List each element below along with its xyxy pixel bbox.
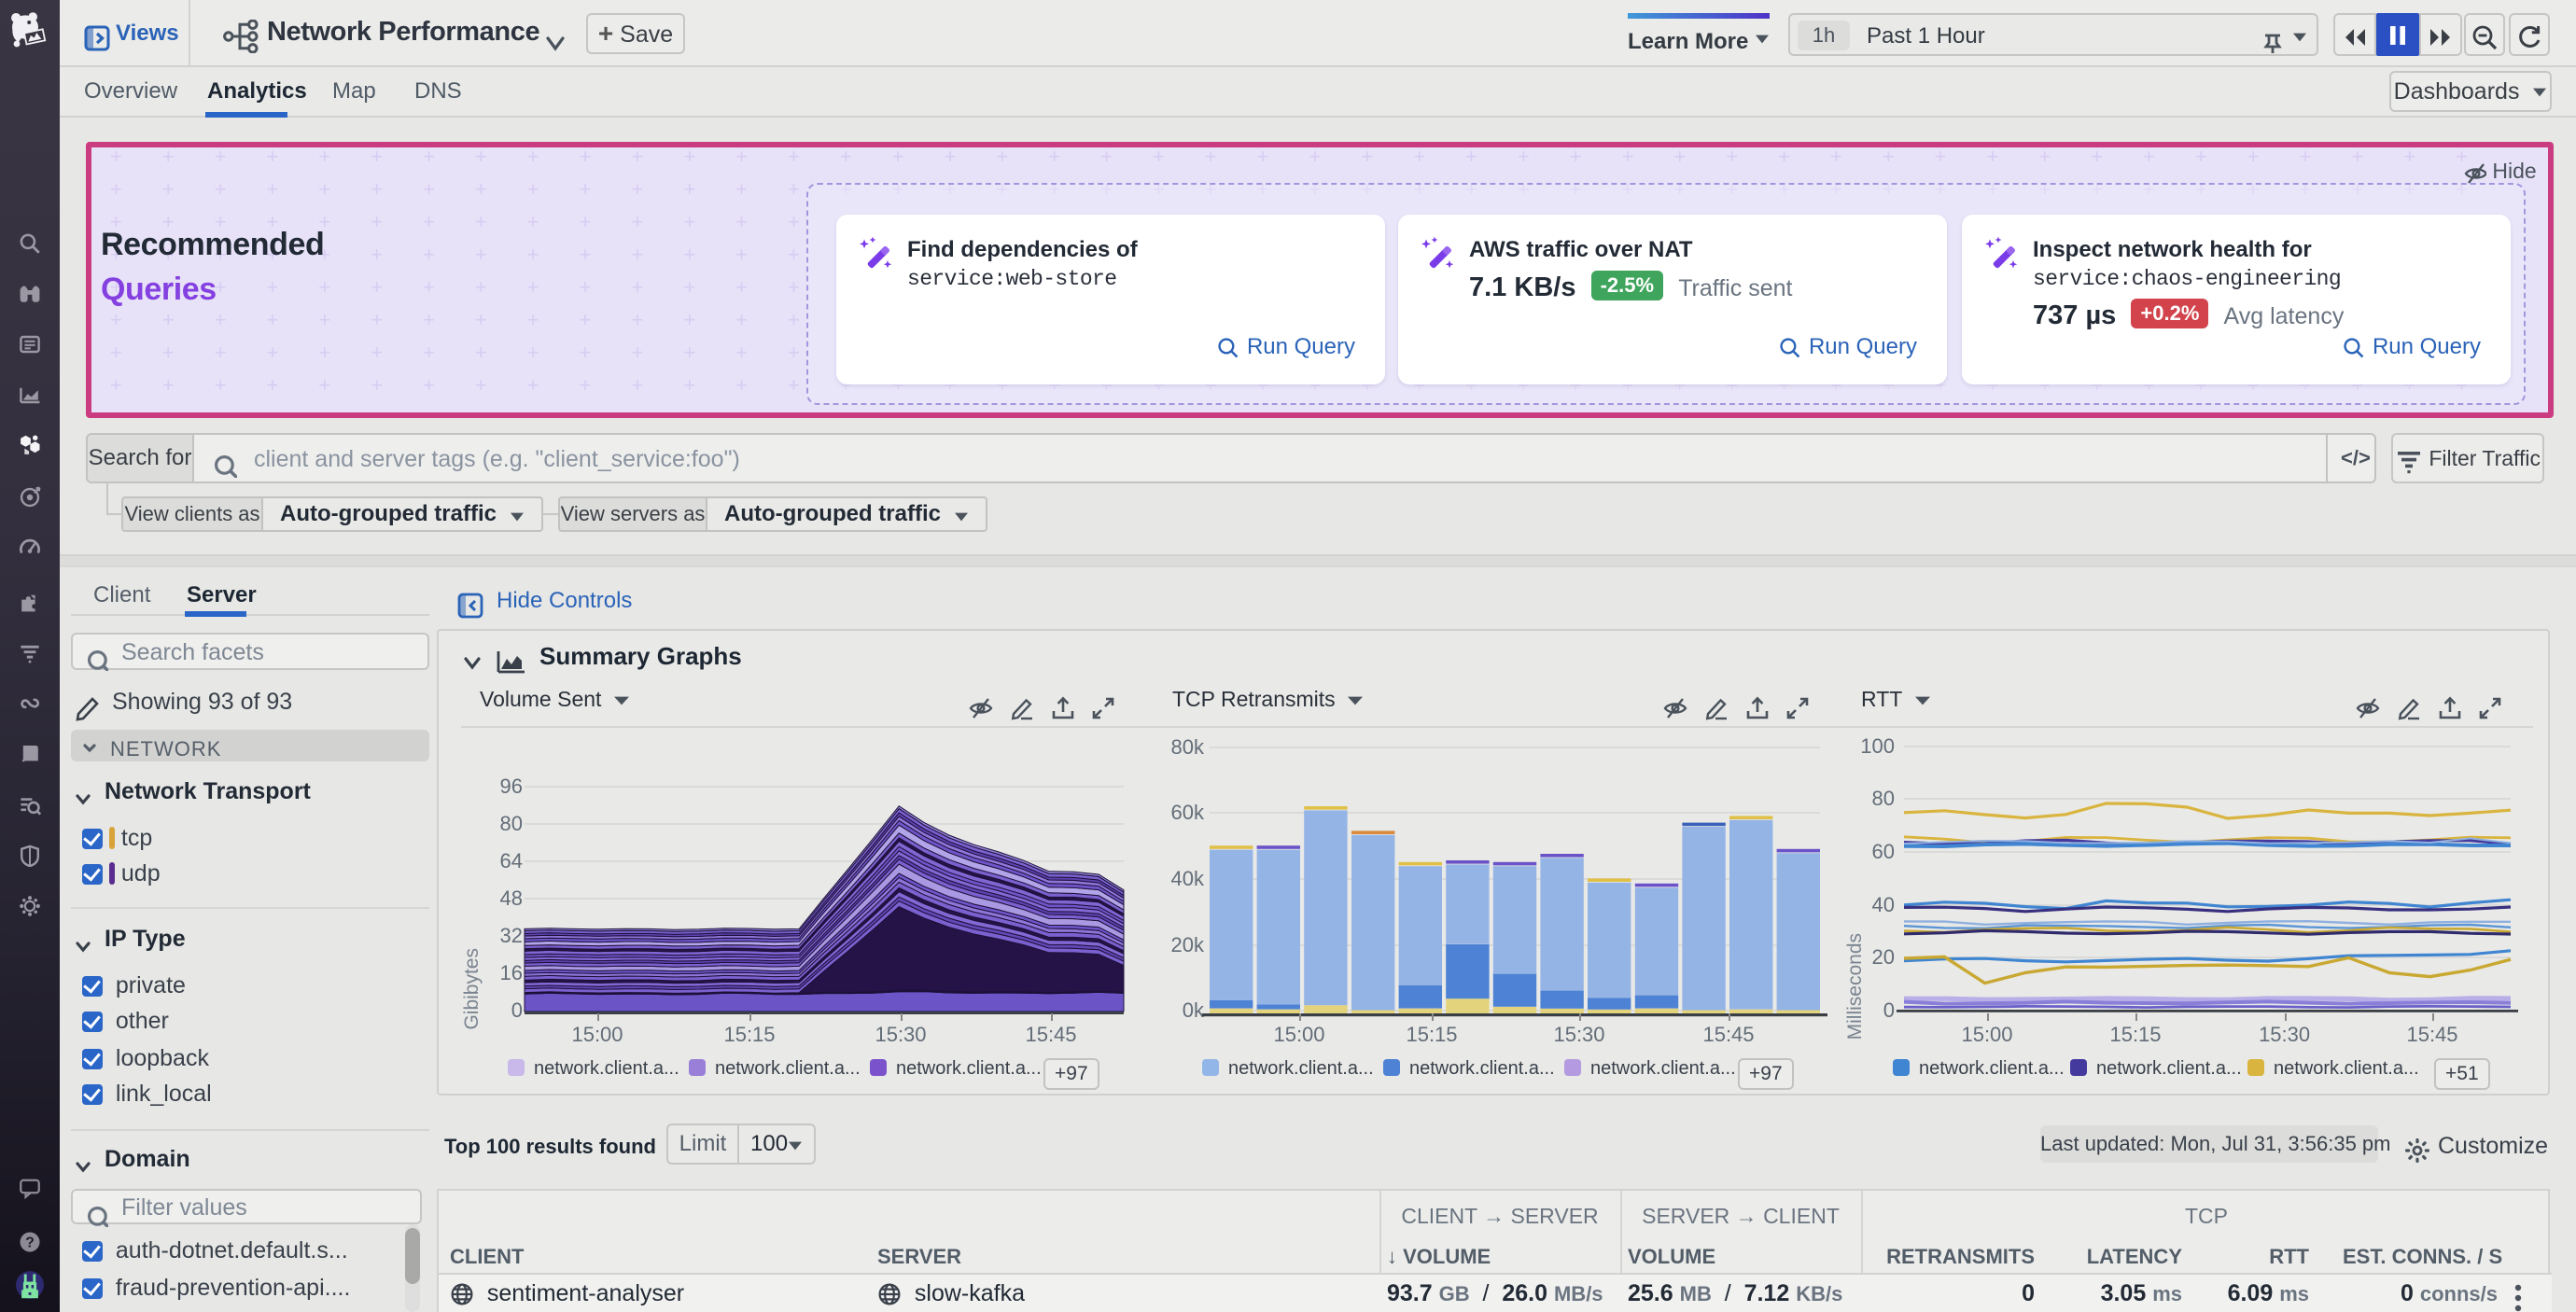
svg-text:?: ? — [25, 1235, 35, 1250]
